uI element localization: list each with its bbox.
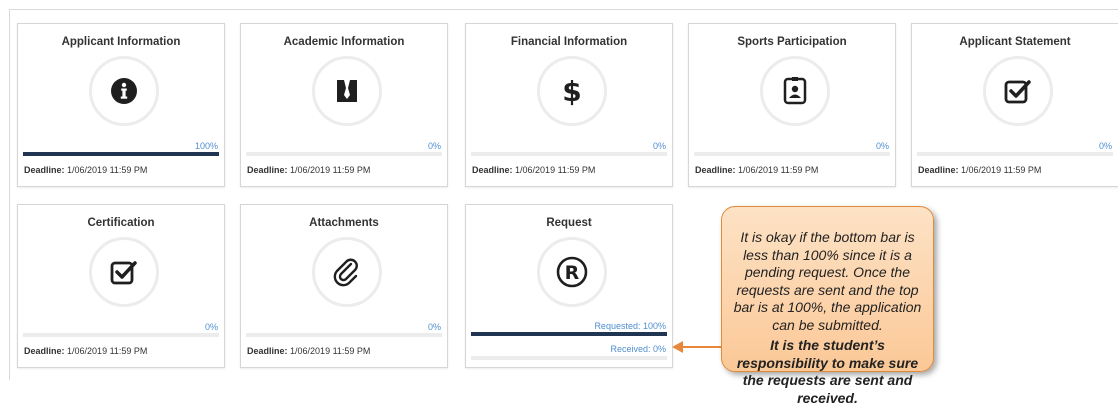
callout-arrow — [672, 341, 724, 353]
deadline-value: 1/06/2019 11:59 PM — [290, 165, 371, 175]
deadline-label: Deadline: — [24, 346, 65, 356]
card-title: Certification — [87, 217, 155, 229]
deadline-label: Deadline: — [247, 165, 288, 175]
card-sports-participation[interactable]: Sports Participation 0% Deadline: 1/06/2… — [688, 23, 896, 187]
deadline: Deadline: 1/06/2019 11:59 PM — [247, 165, 370, 175]
card-title: Academic Information — [283, 36, 405, 48]
deadline-value: 1/06/2019 11:59 PM — [67, 346, 148, 356]
card-financial-information[interactable]: Financial Information $ 0% Deadline: 1/0… — [465, 23, 673, 187]
id-badge-icon — [760, 56, 830, 126]
deadline-value: 1/06/2019 11:59 PM — [67, 165, 148, 175]
deadline: Deadline: 1/06/2019 11:59 PM — [695, 165, 818, 175]
progress-bar — [917, 152, 1113, 156]
progress-percent: 0% — [1098, 141, 1112, 151]
deadline-label: Deadline: — [695, 165, 736, 175]
card-title: Attachments — [309, 217, 379, 229]
deadline-label: Deadline: — [918, 165, 959, 175]
info-icon — [89, 56, 159, 126]
card-attachments[interactable]: Attachments 0% Deadline: 1/06/2019 11:59… — [240, 204, 448, 368]
received-percent: Received: 0% — [610, 344, 666, 354]
callout-bold-text: It is the student’s responsibility to ma… — [736, 337, 919, 406]
check-square-icon — [983, 56, 1053, 126]
progress-percent: 0% — [427, 322, 441, 332]
deadline-label: Deadline: — [472, 165, 513, 175]
requested-percent: Requested: 100% — [594, 321, 666, 331]
deadline-value: 1/06/2019 11:59 PM — [290, 346, 371, 356]
progress-bar — [246, 333, 442, 337]
card-applicant-information[interactable]: Applicant Information 100% Deadline: 1/0… — [17, 23, 225, 187]
deadline: Deadline: 1/06/2019 11:59 PM — [918, 165, 1041, 175]
dollar-icon: $ — [537, 56, 607, 126]
progress-bar — [23, 152, 219, 156]
deadline-value: 1/06/2019 11:59 PM — [515, 165, 596, 175]
card-academic-information[interactable]: Academic Information 0% Deadline: 1/06/2… — [240, 23, 448, 187]
deadline: Deadline: 1/06/2019 11:59 PM — [24, 165, 147, 175]
deadline-value: 1/06/2019 11:59 PM — [961, 165, 1042, 175]
deadline-label: Deadline: — [24, 165, 65, 175]
check-square-icon — [89, 237, 159, 307]
card-title: Applicant Statement — [959, 36, 1071, 48]
card-title: Request — [546, 217, 592, 229]
progress-bar — [694, 152, 890, 156]
card-title: Applicant Information — [61, 36, 181, 48]
deadline: Deadline: 1/06/2019 11:59 PM — [24, 346, 147, 356]
progress-percent: 0% — [875, 141, 889, 151]
card-request[interactable]: Request R Requested: 100% Received: 0% — [465, 204, 673, 368]
received-progress-bar — [471, 356, 667, 360]
callout-text: It is okay if the bottom bar is less tha… — [733, 229, 922, 333]
requested-progress-bar — [471, 332, 667, 336]
svg-text:R: R — [565, 262, 580, 284]
deadline: Deadline: 1/06/2019 11:59 PM — [247, 346, 370, 356]
card-title: Sports Participation — [737, 36, 847, 48]
deadline-label: Deadline: — [247, 346, 288, 356]
card-applicant-statement[interactable]: Applicant Statement 0% Deadline: 1/06/20… — [911, 23, 1118, 187]
progress-bar — [471, 152, 667, 156]
progress-percent: 0% — [427, 141, 441, 151]
book-icon — [312, 56, 382, 126]
deadline: Deadline: 1/06/2019 11:59 PM — [472, 165, 595, 175]
progress-bar — [23, 333, 219, 337]
paperclip-icon — [312, 237, 382, 307]
deadline-value: 1/06/2019 11:59 PM — [738, 165, 819, 175]
registered-icon: R — [537, 237, 607, 307]
card-title: Financial Information — [510, 36, 628, 48]
progress-bar-fill — [23, 152, 219, 156]
progress-percent: 0% — [204, 322, 218, 332]
card-certification[interactable]: Certification 0% Deadline: 1/06/2019 11:… — [17, 204, 225, 368]
progress-percent: 0% — [652, 141, 666, 151]
callout-note: It is okay if the bottom bar is less tha… — [721, 206, 934, 406]
progress-bar — [246, 152, 442, 156]
progress-percent: 100% — [194, 141, 218, 151]
requested-progress-bar-fill — [471, 332, 667, 336]
